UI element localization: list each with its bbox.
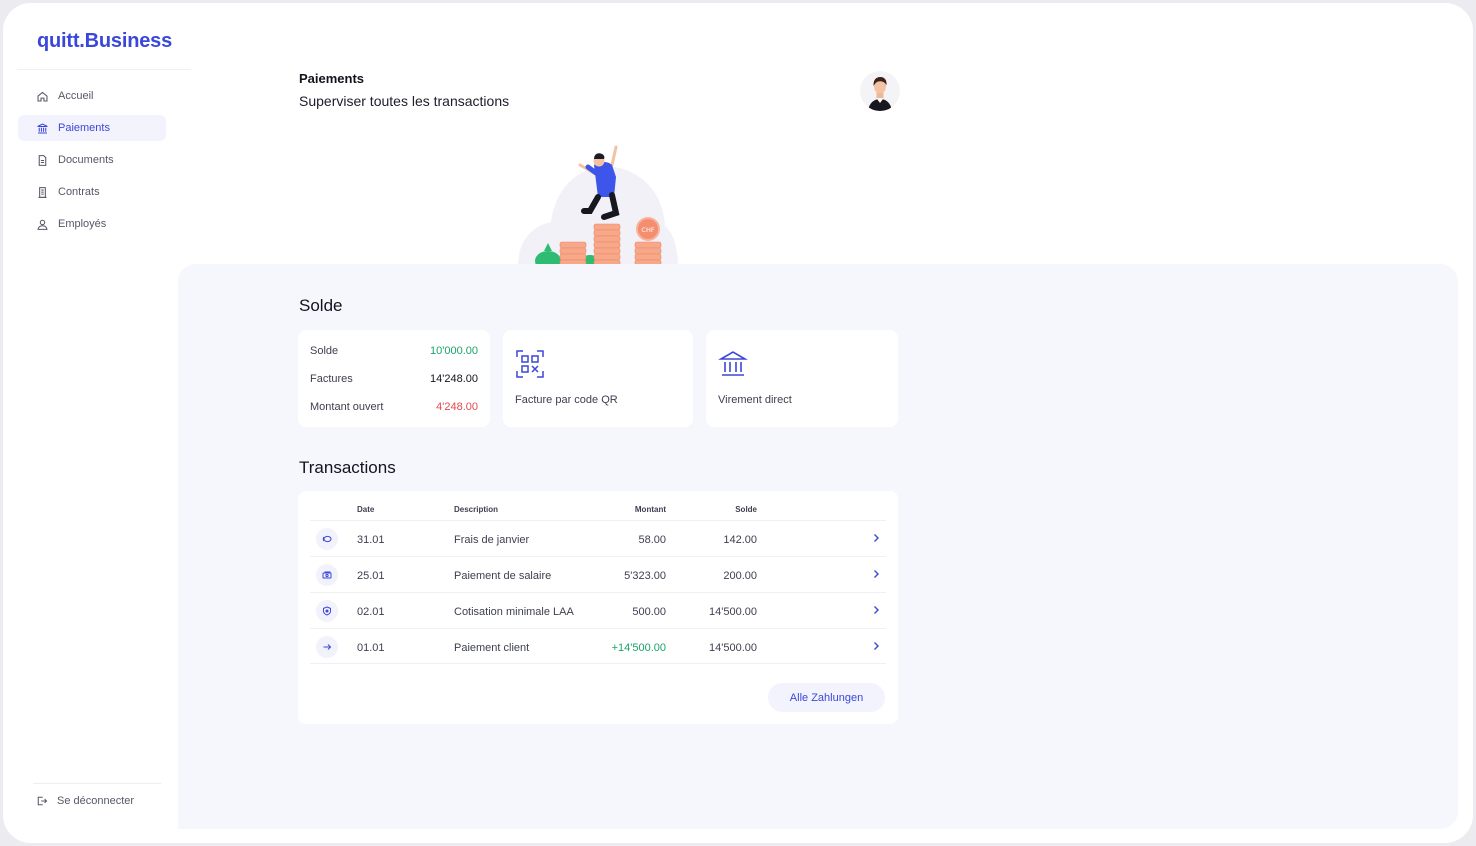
chevron-right-icon[interactable] (870, 568, 882, 580)
row-amount: 500.00 (632, 606, 666, 618)
direct-transfer-label: Virement direct (718, 394, 792, 406)
sidebar: quitt.Business Accueil Paiements Documen… (3, 3, 191, 843)
divider (33, 783, 161, 784)
celebration-illustration: CHF (518, 145, 678, 267)
qr-code-icon (516, 350, 544, 378)
app-window: quitt.Business Accueil Paiements Documen… (3, 3, 1473, 843)
bank-icon (718, 351, 748, 376)
logout-button[interactable]: Se déconnecter (36, 795, 134, 807)
home-icon (37, 91, 48, 101)
row-amount: +14'500.00 (611, 642, 666, 654)
balance-card: Solde 10'000.00 Factures 14'248.00 Monta… (298, 330, 490, 427)
sidebar-item-contrats[interactable]: Contrats (18, 179, 166, 205)
balance-row-solde: Solde 10'000.00 (310, 345, 478, 357)
sidebar-item-label: Contrats (58, 186, 100, 198)
logout-label: Se déconnecter (57, 795, 135, 807)
column-header-date: Date (357, 505, 375, 514)
sidebar-item-label: Documents (58, 154, 114, 166)
user-icon (37, 219, 48, 230)
row-date: 01.01 (357, 642, 385, 654)
row-date: 25.01 (357, 570, 385, 582)
balance-label: Solde (310, 345, 339, 357)
balance-value: 14'248.00 (430, 373, 478, 385)
avatar[interactable] (860, 71, 900, 111)
transactions-table: Date Description Montant Solde 31.01 Fra… (298, 491, 898, 724)
row-date: 31.01 (357, 534, 385, 546)
balance-value: 10'000.00 (430, 345, 478, 357)
table-row[interactable]: 31.01 Frais de janvier 58.00 142.00 (310, 520, 886, 556)
row-date: 02.01 (357, 606, 385, 618)
brand-logo[interactable]: quitt.Business (37, 30, 172, 53)
column-header-balance: Solde (735, 505, 757, 514)
bank-icon (37, 122, 48, 133)
balance-section-title: Solde (299, 296, 343, 315)
sidebar-item-documents[interactable]: Documents (18, 147, 166, 173)
banknote-icon (322, 571, 332, 579)
column-header-amount: Montant (634, 505, 666, 514)
divider (17, 69, 191, 70)
chevron-right-icon[interactable] (870, 640, 882, 652)
row-balance: 14'500.00 (709, 606, 757, 618)
table-row[interactable]: 02.01 Cotisation minimale LAA 500.00 14'… (310, 592, 886, 628)
logout-icon (37, 796, 48, 806)
sidebar-nav: Accueil Paiements Documents Contrats Emp… (18, 83, 166, 243)
sidebar-item-accueil[interactable]: Accueil (18, 83, 166, 109)
row-balance: 14'500.00 (709, 642, 757, 654)
sidebar-item-employes[interactable]: Employés (18, 211, 166, 237)
direct-transfer-card[interactable]: Virement direct (706, 330, 898, 427)
contract-icon (38, 186, 47, 198)
transactions-section-title: Transactions (299, 458, 396, 477)
row-description: Cotisation minimale LAA (454, 606, 574, 618)
row-description: Paiement de salaire (454, 570, 552, 582)
row-amount: 5'323.00 (624, 570, 666, 582)
table-row[interactable]: 01.01 Paiement client +14'500.00 14'500.… (310, 628, 886, 664)
sidebar-item-paiements[interactable]: Paiements (18, 115, 166, 141)
shield-icon (323, 606, 331, 616)
table-row[interactable]: 25.01 Paiement de salaire 5'323.00 200.0… (310, 556, 886, 592)
coin-icon (322, 535, 332, 543)
row-balance: 142.00 (723, 534, 757, 546)
page-title: Paiements (299, 71, 365, 86)
balance-label: Factures (310, 373, 353, 385)
qr-invoice-card[interactable]: Facture par code QR (503, 330, 693, 427)
user-avatar-icon (868, 77, 892, 111)
page-subtitle: Superviser toutes les transactions (299, 93, 510, 109)
all-payments-button[interactable]: Alle Zahlungen (768, 683, 885, 712)
sidebar-item-label: Accueil (58, 90, 94, 102)
balance-value: 4'248.00 (436, 401, 478, 413)
chevron-right-icon[interactable] (870, 532, 882, 544)
qr-invoice-label: Facture par code QR (515, 394, 618, 406)
sidebar-item-label: Paiements (58, 122, 110, 134)
balance-row-montant-ouvert: Montant ouvert 4'248.00 (310, 401, 478, 413)
document-icon (38, 154, 47, 166)
arrow-right-icon (323, 644, 332, 650)
column-header-description: Description (454, 505, 499, 514)
balance-label: Montant ouvert (310, 401, 384, 413)
chevron-right-icon[interactable] (870, 604, 882, 616)
row-description: Paiement client (454, 642, 530, 654)
sidebar-item-label: Employés (58, 218, 107, 230)
row-amount: 58.00 (638, 534, 666, 546)
balance-row-factures: Factures 14'248.00 (310, 373, 478, 385)
row-description: Frais de janvier (454, 534, 530, 546)
row-balance: 200.00 (723, 570, 757, 582)
coin-label: CHF (641, 226, 654, 234)
